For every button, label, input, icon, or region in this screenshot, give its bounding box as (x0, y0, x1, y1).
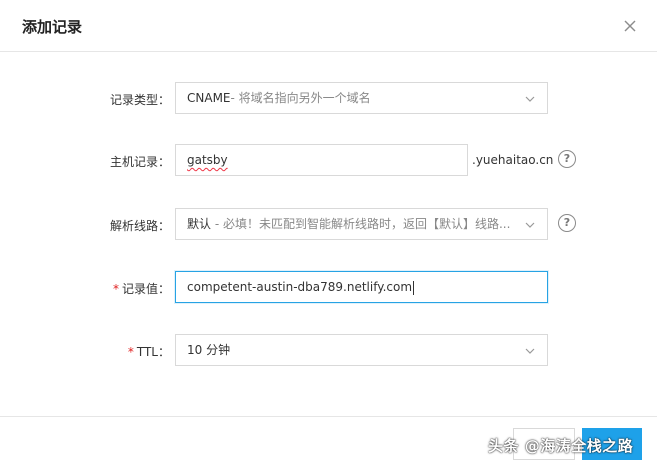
required-mark: * (112, 282, 119, 296)
host-record-label: 主机记录： (109, 155, 170, 169)
required-mark: * (127, 345, 134, 359)
record-value-text: competent-austin-dba789.netlify.com (187, 280, 413, 294)
record-type-select[interactable]: CNAME- 将域名指向另外一个域名 (175, 82, 548, 114)
chevron-down-icon (525, 348, 535, 354)
resolution-line-select[interactable]: 默认 - 必填！未匹配到智能解析线路时，返回【默认】线路... (175, 208, 548, 240)
record-type-row: 记录类型： CNAME- 将域名指向另外一个域名 (0, 82, 657, 116)
host-record-row: 主机记录： gatsby .yuehaitao.cn ? (0, 144, 657, 178)
ttl-value: 10 分钟 (187, 343, 231, 357)
text-caret (413, 280, 415, 295)
host-record-value: gatsby (187, 153, 228, 167)
record-value-row: * 记录值： competent-austin-dba789.netlify.co… (0, 271, 657, 305)
close-icon[interactable] (620, 16, 640, 36)
record-value-input[interactable]: competent-austin-dba789.netlify.com (175, 271, 548, 303)
chevron-down-icon (525, 222, 535, 228)
record-type-value: CNAME (187, 91, 231, 105)
resolution-line-value: 默认 (187, 217, 212, 231)
resolution-line-label: 解析线路： (109, 219, 170, 233)
dialog-title: 添加记录 (22, 18, 83, 36)
host-record-input[interactable]: gatsby (175, 144, 468, 176)
record-value-label-text: 记录值： (121, 282, 170, 296)
resolution-line-hint: - 必填！未匹配到智能解析线路时，返回【默认】线路... (211, 217, 511, 231)
help-icon[interactable]: ? (558, 150, 576, 168)
chevron-down-icon (525, 96, 535, 102)
dialog-header: 添加记录 (0, 0, 657, 52)
footer-divider (0, 416, 657, 417)
help-icon[interactable]: ? (558, 214, 576, 232)
record-type-label: 记录类型： (109, 93, 170, 107)
ttl-row: * TTL： 10 分钟 (0, 334, 657, 368)
resolution-line-row: 解析线路： 默认 - 必填！未匹配到智能解析线路时，返回【默认】线路... ? (0, 208, 657, 242)
ttl-label-text: TTL： (136, 345, 170, 359)
watermark: 头条 @海涛全栈之路 (488, 437, 634, 455)
record-value-label: * 记录值： (113, 280, 170, 297)
ttl-label: * TTL： (128, 343, 170, 360)
record-type-hint: - 将域名指向另外一个域名 (230, 91, 371, 105)
domain-suffix: .yuehaitao.cn (472, 153, 554, 167)
ttl-select[interactable]: 10 分钟 (175, 334, 548, 366)
